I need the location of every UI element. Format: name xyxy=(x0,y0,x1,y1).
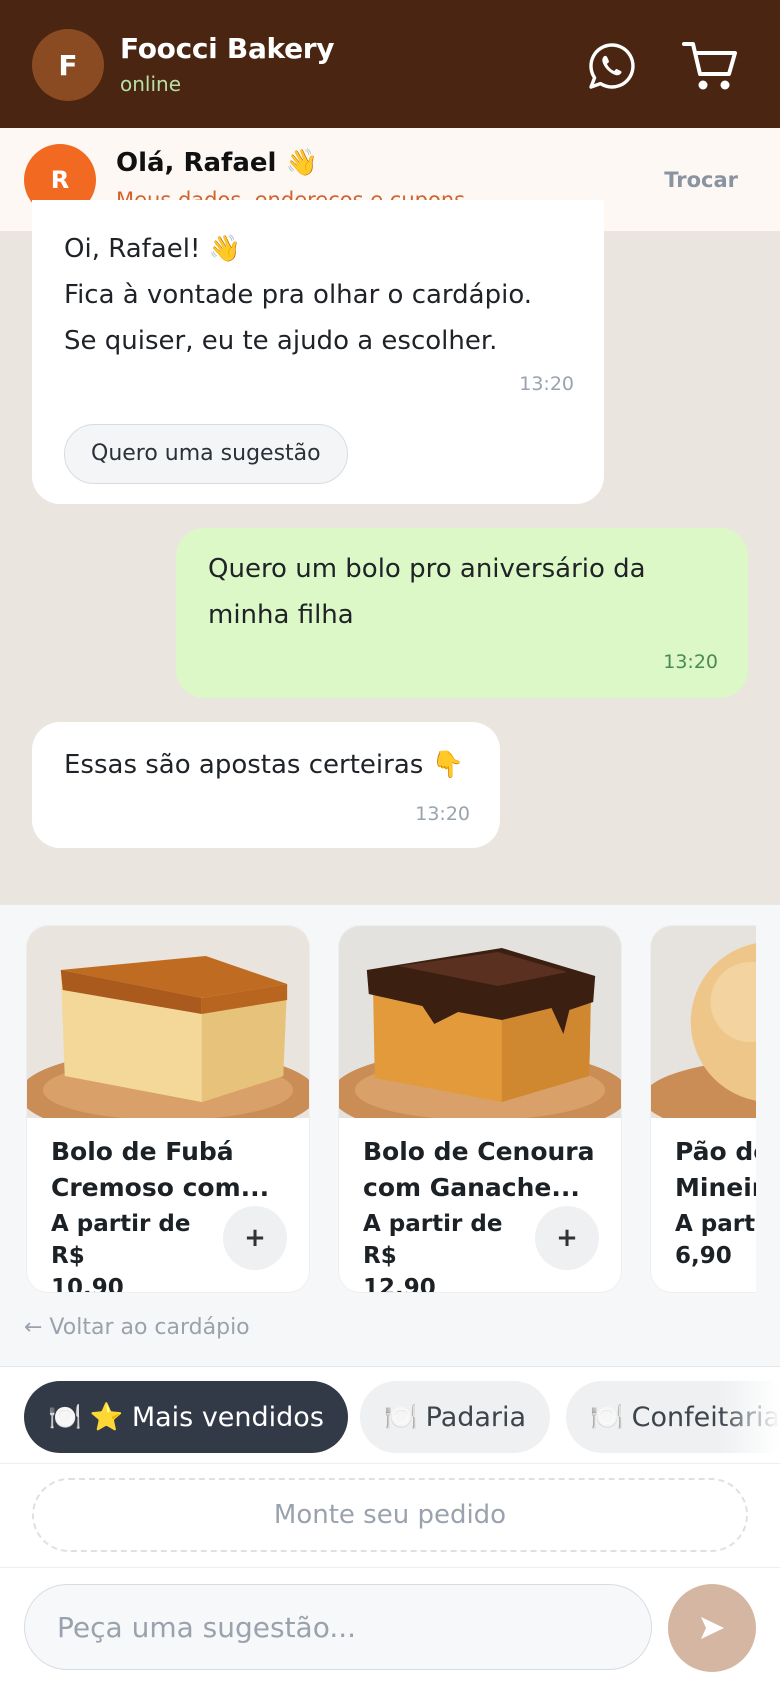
message-line: Quero um bolo pro aniversário da xyxy=(208,554,646,584)
plate-icon: 🍽️ xyxy=(590,1402,624,1433)
shop-name: Foocci Bakery xyxy=(120,32,335,65)
product-name: Pão de xyxy=(675,1137,756,1166)
shop-avatar: F xyxy=(32,29,104,101)
add-to-cart-button[interactable]: + xyxy=(223,1206,287,1270)
bot-message: Oi, Rafael! 👋 Fica à vontade pra olhar o… xyxy=(32,200,604,504)
product-image xyxy=(27,926,309,1138)
product-price: A partir xyxy=(675,1211,756,1237)
scroll-fade xyxy=(720,1367,780,1463)
product-image xyxy=(339,926,621,1138)
product-price: A partir de R$ xyxy=(363,1211,503,1269)
product-strip: Bolo de Fubá Cremoso com... A partir de … xyxy=(0,904,780,1366)
message-line: Oi, Rafael! 👋 xyxy=(64,234,242,264)
plate-icon: 🍽️ xyxy=(384,1402,418,1433)
back-to-menu-link[interactable]: ← Voltar ao cardápio xyxy=(24,1315,250,1340)
product-card[interactable]: Bolo de Fubá Cremoso com... A partir de … xyxy=(26,925,310,1293)
send-icon xyxy=(701,1617,724,1639)
message-time: 13:20 xyxy=(663,651,718,673)
product-name: Bolo de Cenoura xyxy=(363,1137,595,1166)
category-label: Padaria xyxy=(425,1401,527,1433)
product-image xyxy=(651,926,756,1137)
bot-message: Essas são apostas certeiras 👇 13:20 xyxy=(32,722,500,848)
add-to-cart-button[interactable]: + xyxy=(535,1206,599,1270)
product-name: com Ganache... xyxy=(363,1173,580,1202)
plate-icon: 🍽️ xyxy=(48,1402,82,1433)
product-carousel[interactable]: Bolo de Fubá Cremoso com... A partir de … xyxy=(0,905,756,1305)
message-line: Se quiser, eu te ajudo a escolher. xyxy=(64,326,498,356)
message-line: minha filha xyxy=(208,600,354,630)
product-name: Mineiro xyxy=(675,1173,756,1202)
message-line: Essas são apostas certeiras 👇 xyxy=(64,750,464,780)
product-price: 10,90 xyxy=(51,1275,124,1293)
product-name: Bolo de Fubá xyxy=(51,1137,234,1166)
whatsapp-icon[interactable] xyxy=(586,40,638,92)
product-price: A partir de R$ xyxy=(51,1211,191,1269)
build-order-button[interactable]: Monte seu pedido xyxy=(32,1478,748,1552)
product-name: Cremoso com... xyxy=(51,1173,270,1202)
product-card[interactable]: Pão de Mineiro A partir 6,90 + xyxy=(650,925,756,1293)
product-price: 6,90 xyxy=(675,1243,732,1269)
category-label: ⭐ Mais vendidos xyxy=(89,1402,324,1433)
product-price: 12,90 xyxy=(363,1275,436,1293)
user-greeting: Olá, Rafael 👋 xyxy=(116,148,318,178)
user-message: Quero um bolo pro aniversário da minha f… xyxy=(176,528,748,698)
suggestion-quick-reply-button[interactable]: Quero uma sugestão xyxy=(64,424,348,484)
message-input[interactable] xyxy=(24,1584,652,1670)
category-tab-padaria[interactable]: 🍽️ Padaria xyxy=(360,1381,551,1453)
app-header: F Foocci Bakery online xyxy=(0,0,780,128)
product-card[interactable]: Bolo de Cenoura com Ganache... A partir … xyxy=(338,925,622,1293)
message-line: Fica à vontade pra olhar o cardápio. xyxy=(64,280,533,310)
send-button[interactable] xyxy=(668,1584,756,1672)
composer xyxy=(0,1568,780,1688)
category-tabs: 🍽️ ⭐ Mais vendidos 🍽️ Padaria 🍽️ Confeit… xyxy=(0,1366,780,1464)
category-tab-mais-vendidos[interactable]: 🍽️ ⭐ Mais vendidos xyxy=(24,1381,348,1453)
message-time: 13:20 xyxy=(415,803,470,825)
order-bar: Monte seu pedido xyxy=(0,1464,780,1568)
message-time: 13:20 xyxy=(519,373,574,395)
cart-icon[interactable] xyxy=(680,36,740,96)
switch-user-button[interactable]: Trocar xyxy=(664,168,738,192)
shop-status: online xyxy=(120,72,182,96)
